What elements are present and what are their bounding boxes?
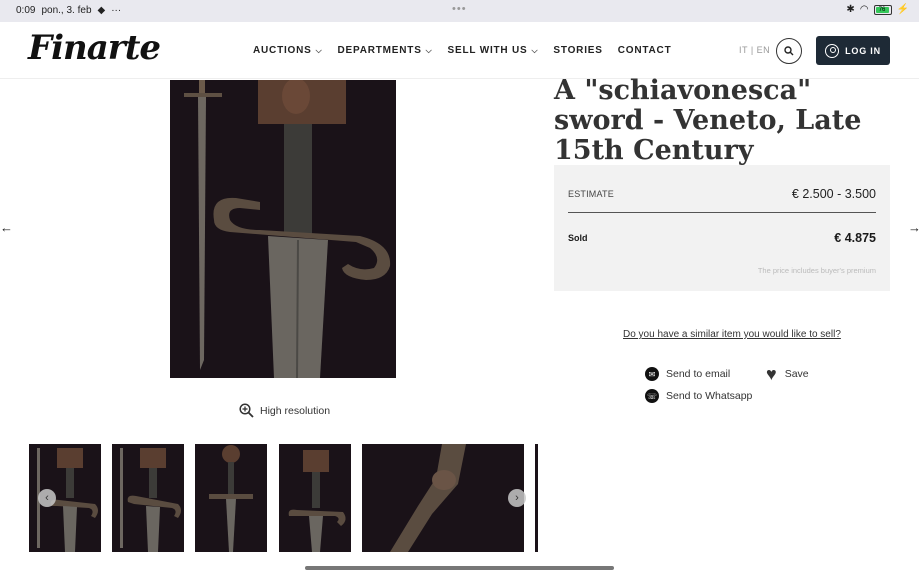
nav-contact[interactable]: CONTACT — [618, 45, 672, 56]
charging-icon: ⚡ — [896, 4, 909, 15]
nav-label: SELL WITH US — [447, 45, 528, 56]
send-whatsapp-button[interactable]: ☏ Send to Whatsapp — [645, 389, 752, 403]
language-switcher[interactable]: IT | EN — [739, 45, 770, 55]
more-icon: ··· — [111, 5, 122, 16]
nav-label: DEPARTMENTS — [337, 45, 422, 56]
sell-similar-link[interactable]: Do you have a similar item you would lik… — [623, 329, 841, 340]
send-email-label: Send to email — [666, 368, 731, 380]
thumbnail-3[interactable] — [195, 444, 267, 552]
bluetooth-icon: ✱ — [846, 4, 855, 15]
nav-label: AUCTIONS — [253, 45, 312, 56]
thumbnail-2[interactable] — [112, 444, 184, 552]
search-icon — [784, 46, 794, 56]
estimate-label: ESTIMATE — [568, 189, 614, 199]
status-time: 0:09 — [16, 5, 36, 16]
save-label: Save — [784, 368, 809, 380]
divider — [568, 212, 876, 213]
thumbnail-image — [279, 444, 351, 552]
layers-icon: ◆ — [97, 5, 106, 16]
chevron-left-icon[interactable]: ‹ — [38, 489, 56, 507]
email-icon: ✉ — [645, 367, 659, 381]
save-button[interactable]: ♥ Save — [766, 364, 809, 384]
estimate-value: € 2.500 - 3.500 — [791, 187, 876, 201]
thumbnail-4[interactable] — [279, 444, 351, 552]
login-label: LOG IN — [845, 45, 881, 56]
status-bar: 0:09 pon., 3. feb ◆ ··· ••• ✱ ◠ 76 ⚡ — [0, 0, 919, 22]
nav-departments[interactable]: DEPARTMENTS ⌵ — [338, 45, 433, 56]
estimate-box: ESTIMATE € 2.500 - 3.500 Sold € 4.875 Th… — [554, 165, 890, 291]
send-whatsapp-label: Send to Whatsapp — [666, 390, 753, 402]
chevron-down-icon: ⌵ — [531, 45, 539, 55]
previous-lot-arrow-icon[interactable]: ← — [0, 220, 13, 235]
search-button[interactable] — [776, 38, 802, 64]
lot-title: A "schiavonesca" sword - Veneto, Late 15… — [554, 75, 862, 166]
nav-label: CONTACT — [617, 45, 672, 56]
whatsapp-icon: ☏ — [645, 389, 659, 403]
nav-label: STORIES — [553, 45, 603, 56]
chevron-right-icon[interactable]: › — [508, 489, 526, 507]
multitask-dots[interactable]: ••• — [452, 3, 467, 15]
zoom-in-icon — [239, 403, 254, 418]
thumbnail-image — [195, 444, 267, 552]
main-nav: AUCTIONS ⌵ DEPARTMENTS ⌵ SELL WITH US ⌵ STO… — [253, 45, 671, 56]
chevron-down-icon: ⌵ — [425, 45, 433, 55]
battery-level: 76 — [875, 6, 889, 13]
thumbnail-image — [112, 444, 184, 552]
sold-label: Sold — [568, 233, 588, 243]
user-icon — [825, 43, 840, 58]
login-button[interactable]: LOG IN — [816, 36, 890, 65]
send-email-button[interactable]: ✉ Send to email — [645, 367, 730, 381]
nav-auctions[interactable]: AUCTIONS ⌵ — [253, 45, 323, 56]
chevron-down-icon: ⌵ — [315, 45, 323, 55]
heart-icon: ♥ — [766, 364, 777, 384]
high-resolution-button[interactable]: High resolution — [239, 403, 330, 418]
next-lot-arrow-icon[interactable]: → — [908, 220, 919, 235]
premium-note: The price includes buyer's premium — [757, 266, 876, 275]
home-indicator[interactable] — [305, 566, 614, 570]
thumbnail-image — [362, 444, 524, 552]
main-lot-image[interactable] — [170, 80, 396, 378]
site-header: Finarte AUCTIONS ⌵ DEPARTMENTS ⌵ SELL WITH… — [0, 22, 919, 79]
wifi-icon: ◠ — [859, 4, 869, 15]
nav-sell-with-us[interactable]: SELL WITH US ⌵ — [448, 45, 539, 56]
thumbnail-5[interactable] — [362, 444, 524, 552]
high-resolution-label: High resolution — [260, 404, 331, 417]
nav-stories[interactable]: STORIES — [553, 45, 602, 56]
sold-value: € 4.875 — [834, 231, 876, 245]
finarte-logo[interactable]: Finarte — [28, 28, 161, 68]
battery-icon: 76 — [873, 4, 892, 15]
thumbnail-6[interactable] — [535, 444, 538, 552]
sword-image — [170, 80, 396, 378]
status-date: pon., 3. feb — [41, 5, 92, 16]
